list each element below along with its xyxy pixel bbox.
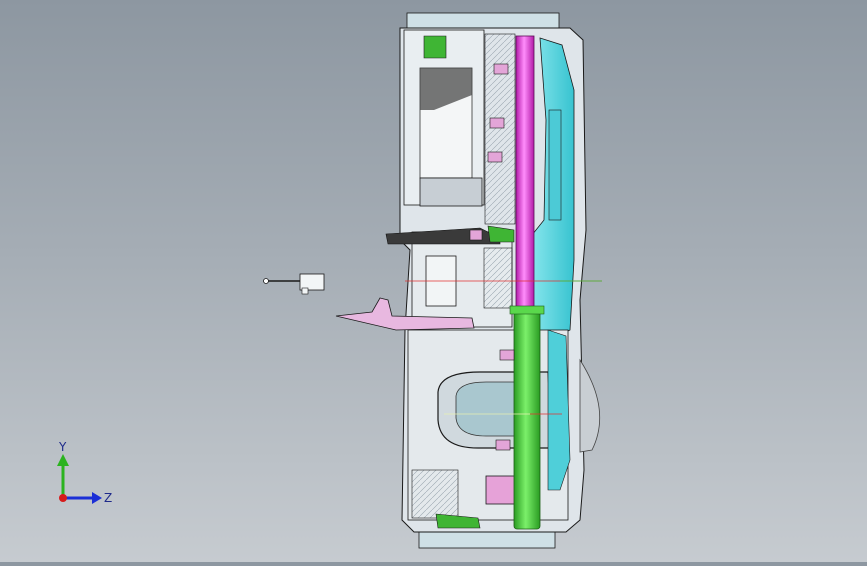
lower-block — [419, 177, 483, 207]
magenta-block — [485, 475, 517, 505]
assembly-model[interactable] — [0, 0, 867, 562]
bottom-cyan-strip — [547, 329, 571, 491]
upper-hatch — [484, 33, 516, 225]
cyan-inner-strip — [548, 109, 562, 221]
y-axis-label: Y — [58, 440, 67, 454]
x-axis-origin-icon — [59, 494, 67, 502]
green-pipe-cap — [509, 305, 545, 315]
z-axis-arrow-icon — [92, 492, 102, 504]
cad-viewport[interactable] — [0, 0, 867, 562]
coordinate-triad[interactable]: Y Z — [48, 438, 118, 518]
bottom-hatch — [411, 469, 459, 519]
detached-rod-part — [263, 273, 325, 295]
basin-inner — [455, 381, 521, 437]
bottom-cap-plate — [418, 529, 556, 549]
y-axis-arrow-icon — [57, 454, 69, 466]
side-dome — [579, 358, 601, 453]
middle-hatch — [483, 247, 513, 309]
magenta-pipe — [515, 35, 535, 312]
green-pipe — [513, 310, 541, 530]
top-cap-plate — [406, 12, 560, 30]
green-clip-top — [423, 35, 447, 59]
z-axis-label: Z — [104, 491, 112, 505]
